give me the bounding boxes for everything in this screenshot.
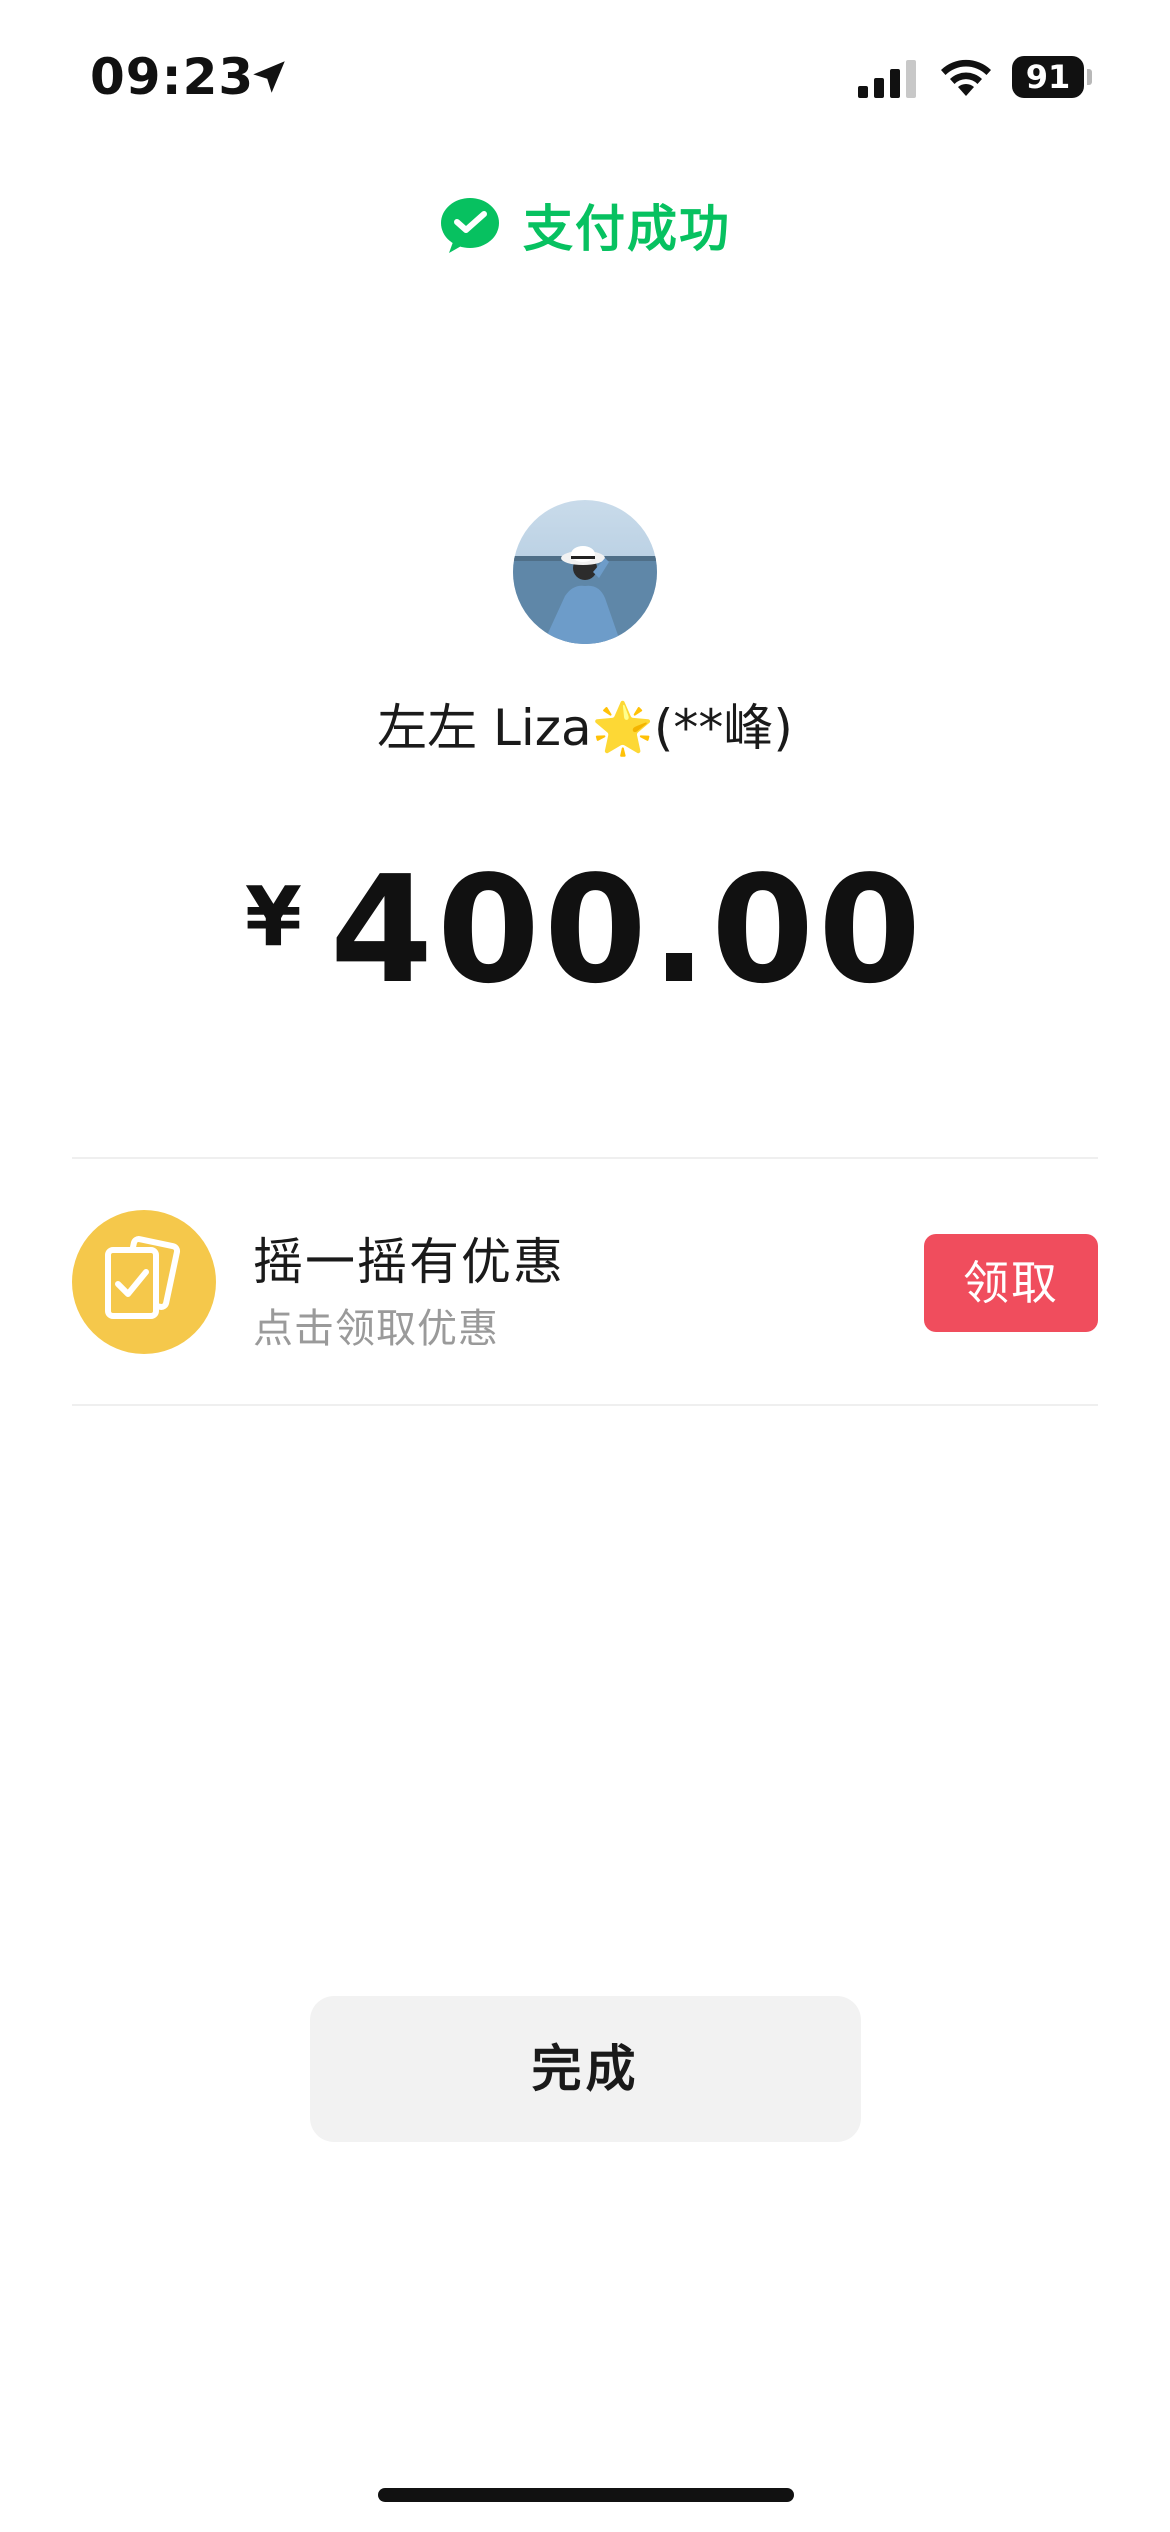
location-arrow-icon <box>253 61 285 93</box>
claim-button[interactable]: 领取 <box>924 1234 1098 1332</box>
currency-symbol: ¥ <box>244 870 302 965</box>
payment-success-title: 支付成功 <box>523 200 731 258</box>
amount-value: 400.00 <box>329 844 926 1016</box>
promo-title: 摇一摇有优惠 <box>253 1233 565 1291</box>
payee-name: 左左 Liza🌟(**峰) <box>377 699 793 757</box>
battery-indicator: 91 <box>1012 56 1092 98</box>
wechat-pay-icon <box>441 198 499 253</box>
payment-amount: ¥ 400.00 <box>0 850 1170 1010</box>
status-bar: 09:23 91 <box>0 0 1170 150</box>
divider <box>72 1157 1098 1159</box>
divider <box>72 1404 1098 1406</box>
promo-subtitle: 点击领取优惠 <box>253 1306 499 1352</box>
battery-level: 91 <box>1012 56 1084 98</box>
status-time: 09:23 <box>90 48 255 106</box>
avatar <box>513 500 657 644</box>
cellular-signal-icon <box>858 60 916 98</box>
payment-success-header: 支付成功 <box>0 190 1170 260</box>
coupon-cards-icon <box>72 1210 216 1354</box>
done-button[interactable]: 完成 <box>310 1996 861 2142</box>
battery-cap <box>1087 69 1092 85</box>
home-indicator[interactable] <box>378 2488 794 2502</box>
wifi-icon <box>941 59 991 96</box>
